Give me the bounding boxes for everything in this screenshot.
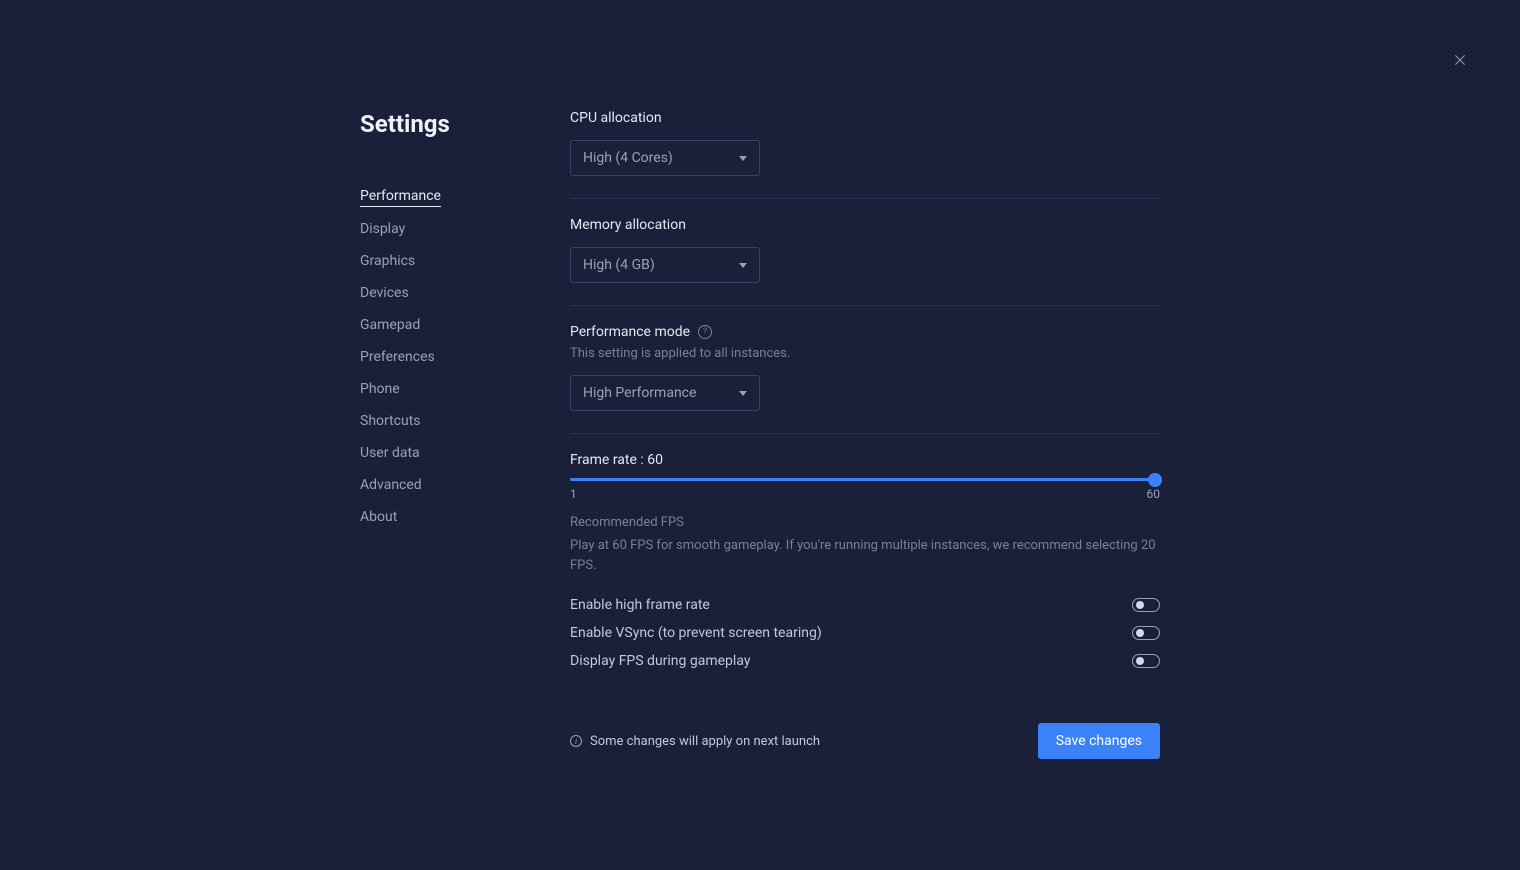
sidebar-item-phone[interactable]: Phone	[360, 373, 400, 405]
slider-thumb[interactable]	[1148, 473, 1162, 487]
toggle-knob	[1136, 601, 1144, 609]
section-framerate: Frame rate : 60 1 60 Recommended FPS Pla…	[570, 434, 1160, 693]
chevron-down-icon	[739, 156, 747, 161]
framerate-max: 60	[1147, 487, 1161, 501]
toggle-knob	[1136, 629, 1144, 637]
section-perfmode: Performance mode ? This setting is appli…	[570, 306, 1160, 434]
chevron-down-icon	[739, 391, 747, 396]
perfmode-select[interactable]: High Performance	[570, 375, 760, 411]
sidebar: Settings Performance Display Graphics De…	[360, 110, 570, 789]
section-cpu: CPU allocation High (4 Cores)	[570, 110, 1160, 199]
toggle-vsync-label: Enable VSync (to prevent screen tearing)	[570, 625, 822, 641]
footer: i Some changes will apply on next launch…	[570, 693, 1160, 789]
help-icon[interactable]: ?	[698, 325, 712, 339]
perfmode-select-value: High Performance	[583, 385, 696, 401]
toggle-displayfps[interactable]	[1132, 654, 1160, 668]
perfmode-label: Performance mode	[570, 324, 690, 340]
recommended-fps-title: Recommended FPS	[570, 515, 1160, 530]
cpu-select[interactable]: High (4 Cores)	[570, 140, 760, 176]
save-button[interactable]: Save changes	[1038, 723, 1160, 759]
framerate-min: 1	[570, 487, 577, 501]
toggle-displayfps-label: Display FPS during gameplay	[570, 653, 750, 669]
sidebar-item-performance[interactable]: Performance	[360, 180, 441, 207]
sidebar-item-gamepad[interactable]: Gamepad	[360, 309, 420, 341]
sidebar-item-graphics[interactable]: Graphics	[360, 245, 415, 277]
sidebar-item-advanced[interactable]: Advanced	[360, 469, 422, 501]
memory-select-value: High (4 GB)	[583, 257, 655, 273]
toggle-highframerate-label: Enable high frame rate	[570, 597, 710, 613]
framerate-label: Frame rate : 60	[570, 452, 1160, 468]
sidebar-item-about[interactable]: About	[360, 501, 397, 533]
cpu-select-value: High (4 Cores)	[583, 150, 673, 166]
section-memory: Memory allocation High (4 GB)	[570, 199, 1160, 306]
chevron-down-icon	[739, 263, 747, 268]
footer-note-text: Some changes will apply on next launch	[590, 734, 820, 749]
toggle-vsync[interactable]	[1132, 626, 1160, 640]
sidebar-item-devices[interactable]: Devices	[360, 277, 409, 309]
info-icon: i	[570, 735, 582, 747]
sidebar-item-shortcuts[interactable]: Shortcuts	[360, 405, 421, 437]
sidebar-item-userdata[interactable]: User data	[360, 437, 420, 469]
content-panel: CPU allocation High (4 Cores) Memory all…	[570, 110, 1160, 789]
memory-label: Memory allocation	[570, 217, 1160, 233]
perfmode-sublabel: This setting is applied to all instances…	[570, 346, 1160, 361]
toggle-highframerate[interactable]	[1132, 598, 1160, 612]
recommended-fps-desc: Play at 60 FPS for smooth gameplay. If y…	[570, 536, 1160, 575]
sidebar-item-display[interactable]: Display	[360, 213, 405, 245]
close-button[interactable]	[1450, 50, 1470, 70]
page-title: Settings	[360, 110, 570, 138]
cpu-label: CPU allocation	[570, 110, 1160, 126]
sidebar-item-preferences[interactable]: Preferences	[360, 341, 435, 373]
close-icon	[1452, 52, 1468, 68]
memory-select[interactable]: High (4 GB)	[570, 247, 760, 283]
framerate-slider[interactable]	[570, 478, 1160, 481]
toggle-knob	[1136, 657, 1144, 665]
